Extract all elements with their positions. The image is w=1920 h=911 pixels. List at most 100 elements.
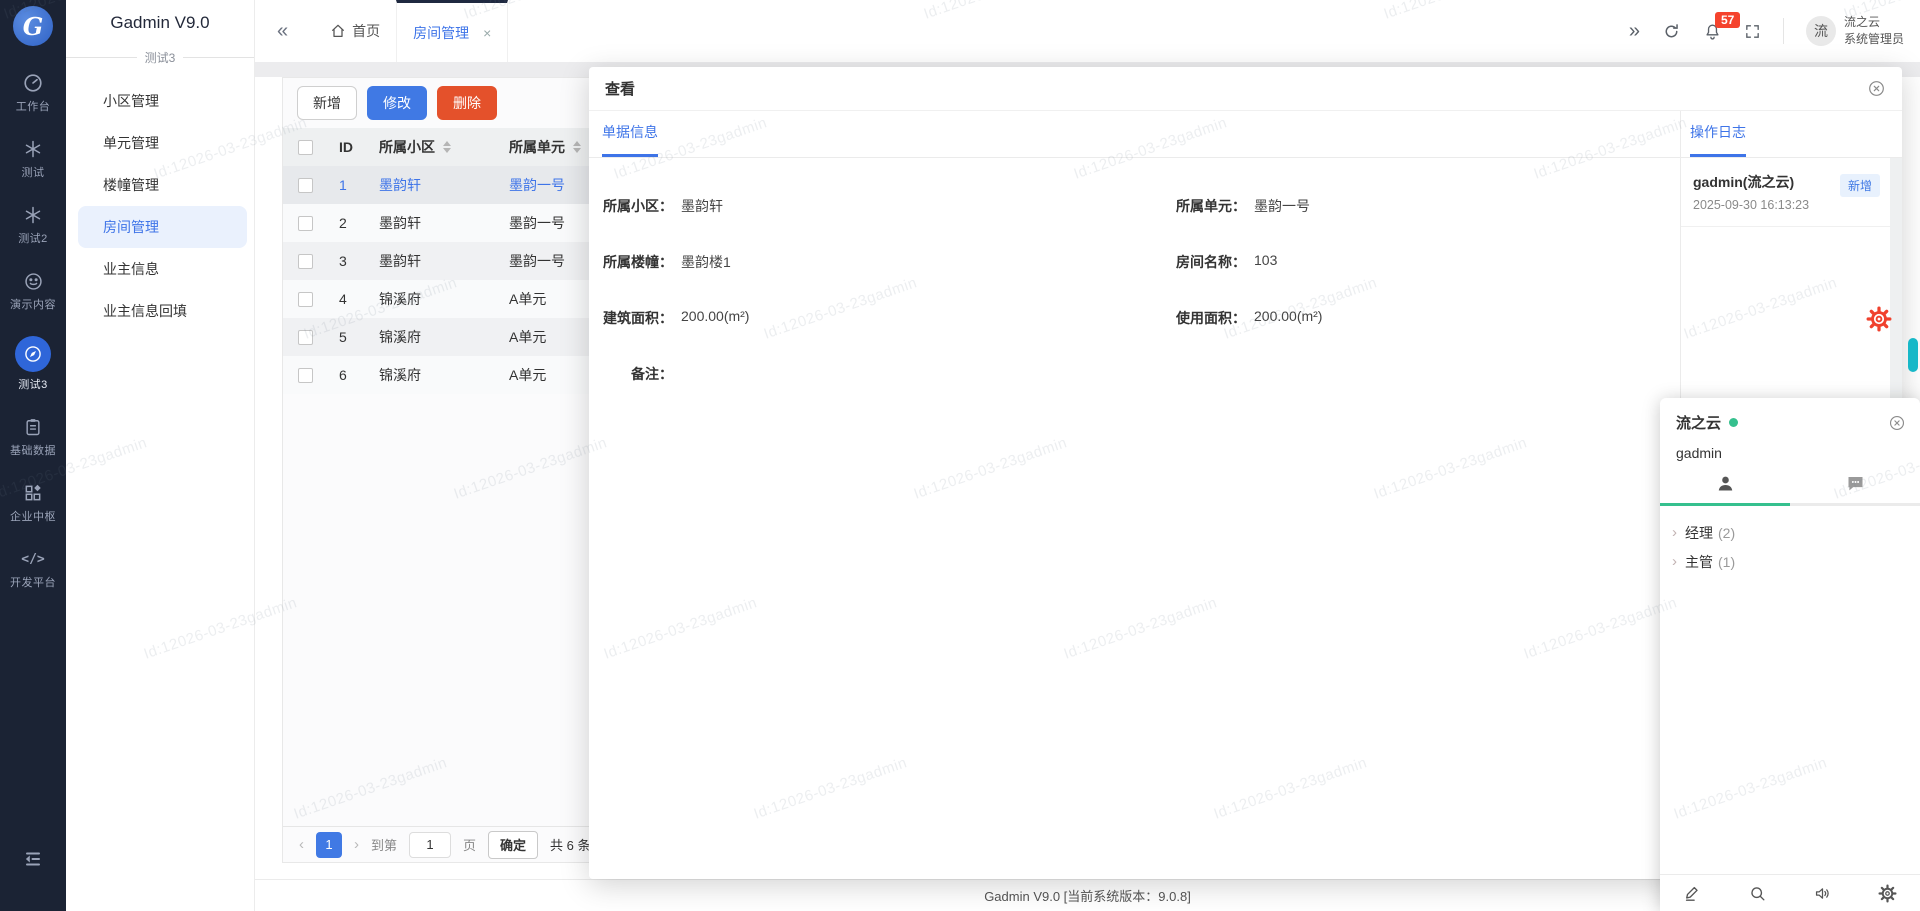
- sidebar-collapse-icon[interactable]: [21, 847, 45, 871]
- chevron-right-icon: ›: [1672, 524, 1677, 541]
- contact-group-supervisor[interactable]: › 主管 (1): [1672, 547, 1908, 576]
- chat-title: 流之云: [1676, 412, 1721, 433]
- submenu-item-community[interactable]: 小区管理: [66, 80, 254, 122]
- sidebar-item-label: 测试: [22, 164, 45, 180]
- sort-icon[interactable]: [573, 141, 581, 153]
- sidebar-item-label: 企业中枢: [10, 508, 56, 524]
- online-status-dot: [1729, 418, 1738, 427]
- confirm-page-button[interactable]: 确定: [488, 831, 538, 859]
- gear-icon[interactable]: [1878, 884, 1897, 903]
- goto-label: 到第: [371, 835, 397, 854]
- modal-title: 查看: [605, 78, 635, 99]
- select-all-checkbox[interactable]: [298, 140, 313, 155]
- row-checkbox[interactable]: [298, 254, 313, 269]
- tab-label: 首页: [352, 21, 380, 41]
- delete-button[interactable]: 删除: [437, 86, 497, 120]
- row-checkbox[interactable]: [298, 178, 313, 193]
- cell-community: 锦溪府: [377, 289, 507, 309]
- primary-sidebar: G 工作台 测试 测试2 演示内容: [0, 0, 66, 911]
- chat-bubble-icon: [1845, 473, 1866, 494]
- submenu-item-building[interactable]: 楼幢管理: [66, 164, 254, 206]
- submenu-item-room[interactable]: 房间管理: [78, 206, 247, 248]
- app-logo: G: [13, 6, 53, 46]
- current-page-button[interactable]: 1: [316, 832, 342, 858]
- chat-panel: 流之云 gadmin › 经理 (2) › 主管 (1): [1660, 398, 1920, 911]
- clipboard-icon: [22, 416, 44, 438]
- page-input[interactable]: [409, 832, 451, 858]
- tab-messages[interactable]: [1790, 473, 1920, 503]
- cell-id: 4: [327, 291, 377, 307]
- contact-group-manager[interactable]: › 经理 (2): [1672, 518, 1908, 547]
- sidebar-item-base-data[interactable]: 基础数据: [0, 416, 66, 458]
- sidebar-item-workbench[interactable]: 工作台: [0, 72, 66, 114]
- next-page-icon[interactable]: ›: [354, 836, 359, 853]
- sidebar-item-label: 开发平台: [10, 574, 56, 590]
- compass-icon: [15, 336, 51, 372]
- chevron-right-icon: ›: [1672, 553, 1677, 570]
- code-icon: </>: [22, 548, 44, 570]
- edit-button[interactable]: 修改: [367, 86, 427, 120]
- speaker-icon[interactable]: [1813, 884, 1832, 903]
- user-name: 流之云: [1844, 14, 1904, 31]
- cell-community: 锦溪府: [377, 365, 507, 385]
- field-building: 所属楼幢：墨韵楼1: [589, 252, 1162, 272]
- row-checkbox[interactable]: [298, 216, 313, 231]
- avatar: 流: [1806, 16, 1836, 46]
- log-action-badge: 新增: [1840, 174, 1880, 197]
- signature-pencil-icon[interactable]: [1683, 884, 1702, 903]
- user-menu[interactable]: 流 流之云 系统管理员: [1806, 14, 1904, 49]
- tab-home[interactable]: 首页: [314, 0, 396, 62]
- cell-id: 1: [327, 177, 377, 193]
- add-button[interactable]: 新增: [297, 86, 357, 120]
- column-header-community: 所属小区: [377, 137, 507, 157]
- snowflake-icon: [22, 204, 44, 226]
- search-icon[interactable]: [1748, 884, 1767, 903]
- page-unit-label: 页: [463, 835, 476, 854]
- fullscreen-icon[interactable]: [1744, 23, 1761, 40]
- smiley-icon: [22, 270, 44, 292]
- sidebar-item-test2[interactable]: 测试2: [0, 204, 66, 246]
- row-checkbox[interactable]: [298, 368, 313, 383]
- grid-icon: [22, 482, 44, 504]
- submenu-item-owner-backfill[interactable]: 业主信息回填: [66, 290, 254, 332]
- tab-contacts[interactable]: [1660, 473, 1790, 503]
- sidebar-item-dev-platform[interactable]: </> 开发平台: [0, 548, 66, 590]
- sort-icon[interactable]: [443, 141, 451, 153]
- header-divider: [1783, 18, 1784, 44]
- tabs-collapse-icon[interactable]: «: [277, 20, 288, 43]
- submenu-item-unit[interactable]: 单元管理: [66, 122, 254, 164]
- cell-community: 锦溪府: [377, 327, 507, 347]
- top-header: « 首页 房间管理 × » 57: [255, 0, 1920, 62]
- submenu-item-owner-info[interactable]: 业主信息: [66, 248, 254, 290]
- page-scrollbar-thumb[interactable]: [1908, 338, 1918, 372]
- tab-document-info[interactable]: 单据信息: [602, 122, 658, 157]
- modal-close-icon[interactable]: [1867, 79, 1886, 98]
- sidebar-item-test[interactable]: 测试: [0, 138, 66, 180]
- home-icon: [330, 23, 346, 39]
- sidebar-item-demo-content[interactable]: 演示内容: [0, 270, 66, 312]
- prev-page-icon[interactable]: ‹: [299, 836, 304, 853]
- modal-header: 查看: [589, 67, 1902, 111]
- sidebar-item-enterprise-hub[interactable]: 企业中枢: [0, 482, 66, 524]
- theme-settings-gear-icon[interactable]: [1866, 306, 1892, 332]
- sidebar-item-label: 工作台: [16, 98, 51, 114]
- field-remark: 备注：: [589, 364, 1162, 384]
- tab-room-management[interactable]: 房间管理 ×: [396, 0, 508, 62]
- chat-close-icon[interactable]: [1888, 414, 1906, 432]
- row-checkbox[interactable]: [298, 292, 313, 307]
- cell-community: 墨韵轩: [377, 213, 507, 233]
- cell-id: 3: [327, 253, 377, 269]
- cell-id: 5: [327, 329, 377, 345]
- log-timestamp: 2025-09-30 16:13:23: [1693, 198, 1892, 212]
- column-header-id: ID: [327, 139, 377, 155]
- tab-label: 房间管理: [413, 23, 469, 43]
- tab-operation-log[interactable]: 操作日志: [1690, 122, 1746, 157]
- panel-expand-icon[interactable]: »: [1629, 20, 1640, 43]
- cell-community-link[interactable]: 墨韵轩: [377, 175, 507, 195]
- tab-close-icon[interactable]: ×: [483, 25, 491, 41]
- row-checkbox[interactable]: [298, 330, 313, 345]
- sidebar-item-test3[interactable]: 测试3: [0, 336, 66, 392]
- refresh-icon[interactable]: [1662, 22, 1681, 41]
- modal-form-area: 单据信息 所属小区：墨韵轩 所属单元：墨韵一号 所属楼幢：墨韵楼1 房间名称：1…: [589, 111, 1680, 879]
- notifications-bell-icon[interactable]: 57: [1703, 22, 1722, 41]
